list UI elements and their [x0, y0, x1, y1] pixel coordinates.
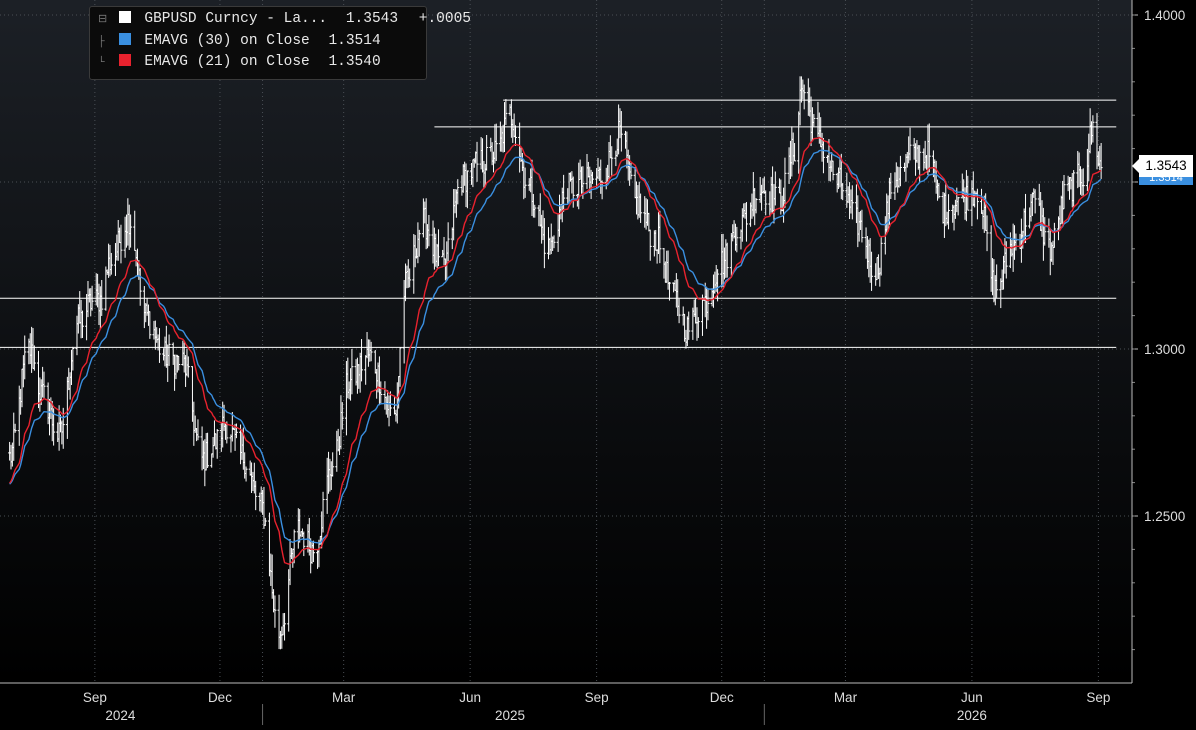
legend-item-price[interactable]: ⊟ GBPUSD Curncy - La... 1.3543 +.0005: [98, 10, 471, 28]
legend-item-ema30[interactable]: ├ EMAVG (30) on Close 1.3514: [98, 32, 381, 50]
legend-item-ema21[interactable]: └ EMAVG (21) on Close 1.3540: [98, 53, 381, 71]
x-year-label: 2025: [495, 708, 525, 723]
collapse-icon[interactable]: ⊟: [98, 11, 110, 29]
x-tick-label: Jun: [459, 690, 481, 705]
y-tick-label: 1.2500: [1144, 509, 1185, 524]
legend-label-ema21: EMAVG (21) on Close: [144, 54, 310, 70]
x-tick-label: Sep: [585, 690, 609, 705]
x-tick-label: Mar: [834, 690, 858, 705]
x-tick-label: Sep: [1086, 690, 1110, 705]
y-tick-label: 1.3000: [1144, 342, 1185, 357]
legend-label-price: GBPUSD Curncy - La...: [144, 11, 328, 27]
legend-value-ema21: 1.3540: [328, 54, 381, 70]
x-year-label: 2026: [957, 708, 987, 723]
legend-swatch-ema21: [118, 54, 131, 66]
x-tick-label: Sep: [83, 690, 107, 705]
x-tick-label: Dec: [208, 690, 232, 705]
legend-swatch-ema30: [118, 33, 131, 45]
x-tick-label: Mar: [332, 690, 356, 705]
legend-label-ema30: EMAVG (30) on Close: [144, 33, 310, 49]
x-tick-label: Dec: [710, 690, 734, 705]
legend-value-price: 1.3543: [345, 11, 399, 27]
y-tick-label: 1.4000: [1144, 8, 1185, 23]
tree-end-icon: └: [98, 57, 105, 69]
legend-swatch-price: [118, 11, 131, 23]
x-tick-label: Jun: [961, 690, 983, 705]
plot-background: [0, 0, 1132, 683]
legend[interactable]: ⊟ GBPUSD Curncy - La... 1.3543 +.0005 ├ …: [89, 6, 471, 80]
tree-branch-icon: ├: [98, 36, 105, 48]
legend-value-ema30: 1.3514: [328, 33, 381, 49]
price-chart: Sep Dec Mar Jun Sep Dec Mar Jun Sep 2024 2025 2026 1…: [0, 0, 1185, 725]
legend-change-price: +.0005: [418, 11, 471, 27]
chart-area: Sep Dec Mar Jun Sep Dec Mar Jun Sep 2024 2025 2026 1…: [0, 0, 1196, 725]
x-year-label: 2024: [105, 708, 136, 723]
last-price-tag: 1.3543: [1132, 155, 1193, 177]
